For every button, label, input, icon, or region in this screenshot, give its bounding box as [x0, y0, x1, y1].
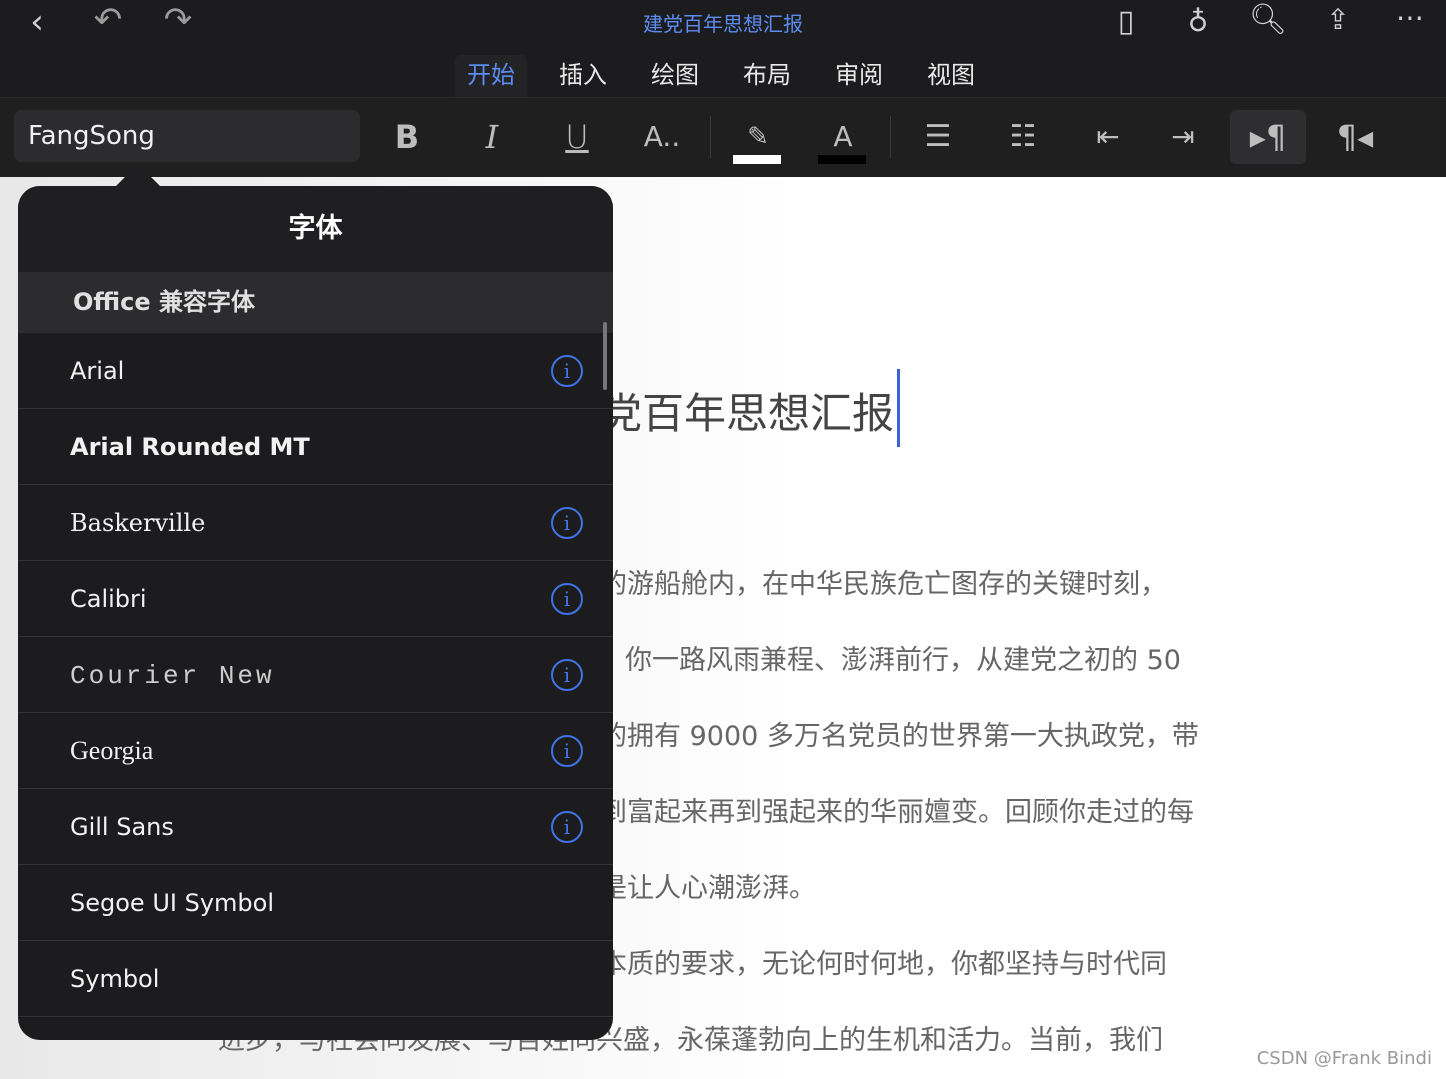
font-name: Calibri	[70, 585, 147, 613]
more-icon[interactable]: ⋯	[1390, 0, 1430, 38]
section-header: Office 兼容字体	[18, 272, 613, 333]
document-heading: 党百年思想汇报	[600, 389, 895, 438]
font-name: Georgia	[70, 736, 154, 765]
watermark: CSDN @Frank Bindi	[1256, 1048, 1432, 1069]
info-icon[interactable]: i	[551, 735, 583, 767]
font-name: Symbol	[70, 965, 160, 993]
popover-arrow	[114, 164, 162, 188]
font-list: Arial i Arial Rounded MT Baskerville i Calibr…	[18, 333, 613, 1040]
font-name: Segoe UI Symbol	[70, 889, 274, 917]
font-item[interactable]: Symbol	[18, 941, 613, 1017]
font-name: Gill Sans	[70, 813, 174, 841]
text-effects-button[interactable]: A..	[632, 114, 692, 160]
info-icon[interactable]: i	[551, 659, 583, 691]
font-item[interactable]: Baskerville i	[18, 485, 613, 561]
body-line: 的游船舱内，在中华民族危亡图存的关键时刻，	[600, 569, 1167, 600]
body-line: 的拥有 9000 多万名党员的世界第一大执政党，带	[600, 721, 1199, 752]
tab-view[interactable]: 视图	[915, 55, 987, 97]
tab-home[interactable]: 开始	[455, 55, 527, 97]
highlight-color-swatch	[733, 155, 781, 164]
info-icon[interactable]: i	[551, 583, 583, 615]
tab-review[interactable]: 审阅	[823, 55, 895, 97]
body-line: 你一路风雨兼程、澎湃前行，从建党之初的 50	[625, 645, 1181, 676]
decrease-indent-icon[interactable]: ⇤	[1078, 114, 1138, 160]
highlighter-icon: ✎	[747, 122, 769, 152]
device-icon[interactable]: ▯	[1108, 2, 1144, 42]
bullet-list-icon[interactable]: ☰	[908, 114, 968, 160]
divider	[890, 116, 891, 158]
body-line: 是让人心潮澎湃。	[600, 873, 816, 904]
info-icon[interactable]: i	[551, 507, 583, 539]
info-icon[interactable]: i	[551, 811, 583, 843]
font-item[interactable]	[18, 1017, 613, 1040]
font-color-swatch	[818, 155, 866, 164]
ltr-paragraph-icon[interactable]: ▸¶	[1230, 110, 1306, 164]
popover-title: 字体	[18, 186, 613, 272]
rtl-paragraph-icon[interactable]: ¶◂	[1325, 114, 1385, 160]
top-bar: ‹ ↶ ↷ 建党百年思想汇报 ▯ ♁ 🔍︎ ⇪ ⋯ 开始 插入 绘图 布局 审阅…	[0, 0, 1446, 97]
font-item[interactable]: Georgia i	[18, 713, 613, 789]
font-item[interactable]: Arial Rounded MT	[18, 409, 613, 485]
font-popover: 字体 Office 兼容字体 Arial i Arial Rounded MT Bas…	[18, 186, 613, 1040]
body-line: 本质的要求，无论何时何地，你都坚持与时代同	[600, 949, 1167, 980]
info-icon[interactable]: i	[551, 355, 583, 387]
font-item[interactable]: Courier New i	[18, 637, 613, 713]
scrollbar[interactable]	[603, 322, 607, 390]
bold-button[interactable]: B	[377, 114, 437, 160]
divider	[710, 116, 711, 158]
share-icon[interactable]: ⇪	[1318, 0, 1358, 40]
font-name: Baskerville	[70, 509, 206, 537]
font-name: Arial Rounded MT	[70, 433, 310, 461]
numbered-list-icon[interactable]: ☷	[993, 114, 1053, 160]
lightbulb-icon[interactable]: ♁	[1178, 2, 1218, 42]
search-icon[interactable]: 🔍︎	[1248, 0, 1288, 40]
font-name-field[interactable]: FangSong	[14, 110, 360, 162]
text-cursor	[897, 369, 900, 447]
font-name: Arial	[70, 357, 125, 385]
increase-indent-icon[interactable]: ⇥	[1153, 114, 1213, 160]
font-color-button[interactable]: A	[813, 114, 873, 164]
font-color-letter: A	[833, 120, 853, 153]
font-item[interactable]: Arial i	[18, 333, 613, 409]
highlight-button[interactable]: ✎	[728, 114, 788, 164]
font-item[interactable]: Calibri i	[18, 561, 613, 637]
tab-draw[interactable]: 绘图	[639, 55, 711, 97]
tab-layout[interactable]: 布局	[731, 55, 803, 97]
font-item[interactable]: Gill Sans i	[18, 789, 613, 865]
body-line: 到富起来再到强起来的华丽嬗变。回顾你走过的每	[600, 797, 1194, 828]
italic-button[interactable]: I	[462, 114, 522, 160]
document-title: 建党百年思想汇报	[643, 12, 803, 36]
font-name: Courier New	[70, 661, 275, 691]
font-item[interactable]: Segoe UI Symbol	[18, 865, 613, 941]
underline-button[interactable]: U	[547, 114, 607, 160]
tab-insert[interactable]: 插入	[547, 55, 619, 97]
